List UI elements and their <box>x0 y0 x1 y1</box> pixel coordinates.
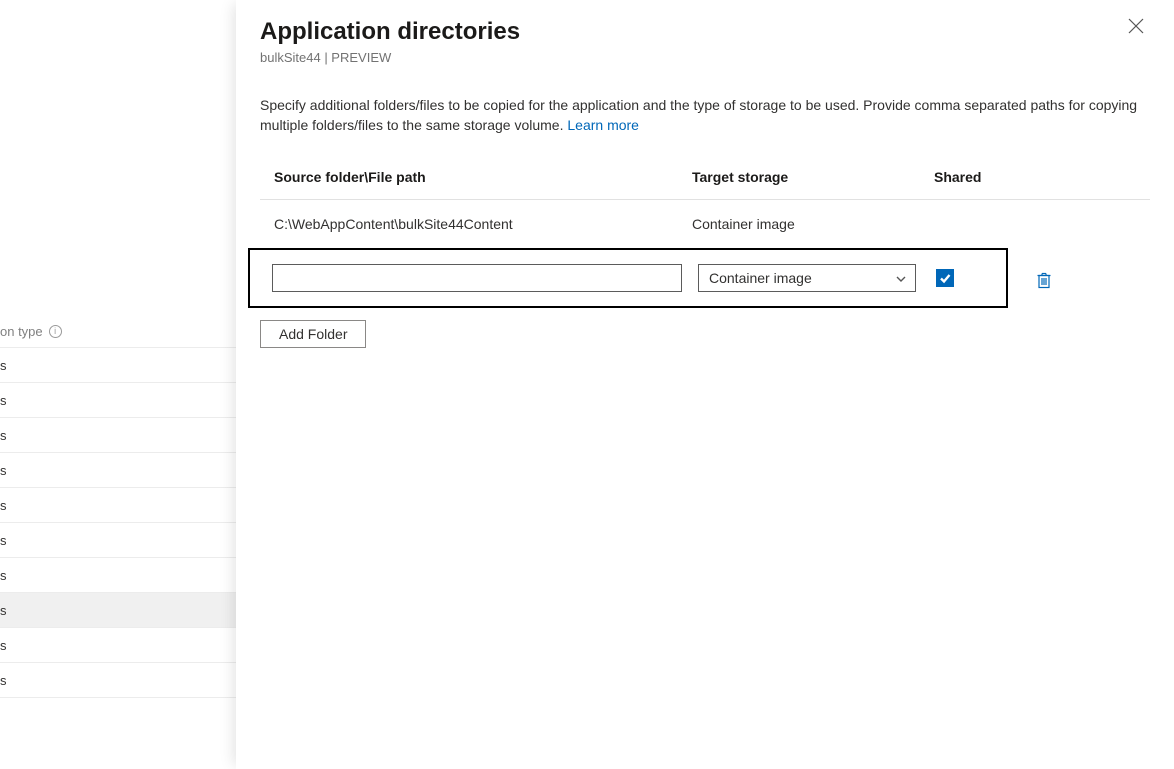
list-item-label: s <box>0 463 7 478</box>
list-item[interactable]: s <box>0 592 236 628</box>
source-input-cell <box>272 264 698 292</box>
page-subtitle: bulkSite44 | PREVIEW <box>260 50 1150 65</box>
trash-icon <box>1036 271 1052 289</box>
application-directories-panel: Application directories bulkSite44 | PRE… <box>236 0 1174 769</box>
list-item-label: s <box>0 603 7 618</box>
highlighted-input-row: Container image <box>248 248 1008 308</box>
list-item-label: s <box>0 673 7 688</box>
target-select-cell: Container image <box>698 264 936 292</box>
list-item[interactable]: s <box>0 452 236 488</box>
close-icon <box>1128 18 1144 34</box>
list-item-label: s <box>0 638 7 653</box>
directories-table: Source folder\File path Target storage S… <box>260 156 1150 348</box>
description-text: Specify additional folders/files to be c… <box>260 97 1137 133</box>
background-column-header: on type i <box>0 316 236 346</box>
list-item[interactable]: s <box>0 557 236 593</box>
chevron-down-icon <box>895 272 907 284</box>
table-row: C:\WebAppContent\bulkSite44Content Conta… <box>260 200 1150 248</box>
list-item[interactable]: s <box>0 662 236 698</box>
page-title: Application directories <box>260 18 1150 46</box>
shared-checkbox[interactable] <box>936 269 954 287</box>
check-icon <box>939 272 951 284</box>
list-item-label: s <box>0 428 7 443</box>
column-target: Target storage <box>692 169 934 185</box>
table-header-row: Source folder\File path Target storage S… <box>260 156 1150 200</box>
select-value: Container image <box>709 270 812 286</box>
list-item[interactable]: s <box>0 347 236 383</box>
list-item-label: s <box>0 568 7 583</box>
list-item-label: s <box>0 358 7 373</box>
background-header-text: on type <box>0 324 43 339</box>
learn-more-link[interactable]: Learn more <box>567 117 639 133</box>
source-path-input[interactable] <box>272 264 682 292</box>
list-item-label: s <box>0 393 7 408</box>
list-item[interactable]: s <box>0 522 236 558</box>
add-folder-button[interactable]: Add Folder <box>260 320 366 348</box>
page-description: Specify additional folders/files to be c… <box>260 95 1150 136</box>
list-item[interactable]: s <box>0 487 236 523</box>
shared-checkbox-cell <box>936 269 996 287</box>
table-input-row-wrapper: Container image <box>260 248 1150 308</box>
list-item-label: s <box>0 533 7 548</box>
list-item[interactable]: s <box>0 382 236 418</box>
row-source-value: C:\WebAppContent\bulkSite44Content <box>260 216 692 232</box>
list-item[interactable]: s <box>0 417 236 453</box>
column-shared: Shared <box>934 169 1024 185</box>
target-storage-select[interactable]: Container image <box>698 264 916 292</box>
column-source: Source folder\File path <box>260 169 692 185</box>
background-left-panel: on type i s s s s s s s s s s <box>0 0 236 769</box>
delete-row-button[interactable] <box>1036 271 1052 287</box>
row-target-value: Container image <box>692 216 934 232</box>
background-list: s s s s s s s s s s <box>0 348 236 698</box>
list-item[interactable]: s <box>0 627 236 663</box>
info-icon: i <box>49 325 62 338</box>
row-actions-cell <box>1014 269 1074 287</box>
list-item-label: s <box>0 498 7 513</box>
close-button[interactable] <box>1128 18 1144 34</box>
